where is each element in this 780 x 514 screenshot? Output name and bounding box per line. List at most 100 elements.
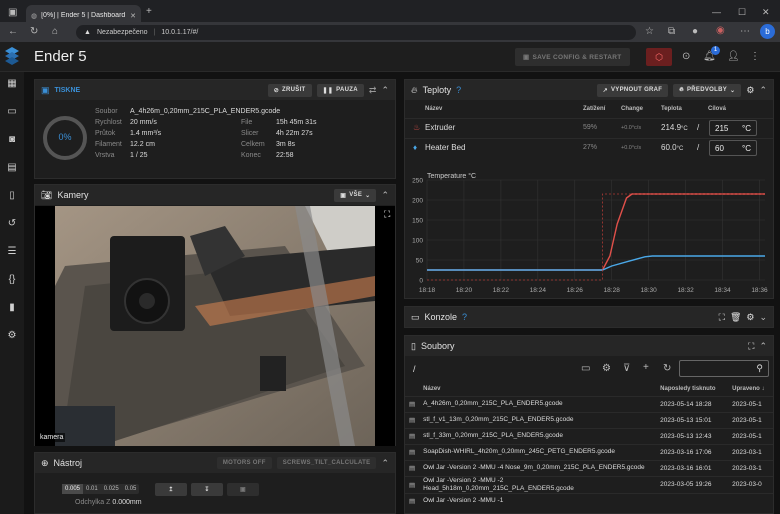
tab-favicon-icon: ◍	[31, 12, 38, 20]
heightmap-icon[interactable]: ▤	[6, 162, 18, 174]
collapse-icon[interactable]: ⌃	[381, 190, 389, 201]
file-row[interactable]: ▤ SoapDish-WHIRL_4h20m_0,20mm_245C_PETG_E…	[405, 443, 773, 460]
favorites-icon[interactable]: ☆	[645, 27, 654, 37]
disable-graph-button[interactable]: ↗ VYPNOUT GRAF	[596, 83, 669, 97]
file-row[interactable]: ▤ Owl Jar -Version 2 -MMU -4 Nose_9m_0,20…	[405, 459, 773, 476]
col-modified[interactable]: Upraveno ↓	[728, 382, 773, 396]
file-name: stl_f_v1_13m_0,20mm_215C_PLA_ENDER5.gcod…	[419, 411, 657, 428]
file-row[interactable]: ▤ stl_f_33m_0,20mm_215C_PLA_ENDER5.gcode 2…	[405, 427, 773, 444]
upload-icon[interactable]: ⊙	[682, 52, 690, 62]
save-config-button[interactable]: ▣ SAVE CONFIG & RESTART	[515, 48, 630, 66]
settings-icon[interactable]: ⚙	[6, 330, 18, 342]
filter-icon[interactable]: ⊽	[623, 364, 630, 374]
file-last-printed	[656, 492, 729, 509]
emergency-stop-button[interactable]: ⬡	[646, 48, 672, 66]
collections-icon[interactable]: ⧉	[668, 27, 675, 37]
minimize-icon[interactable]: —	[712, 7, 721, 17]
collapse-icon[interactable]: ⌃	[759, 341, 767, 352]
address-separator: |	[153, 29, 156, 36]
motors-off-button[interactable]: MOTORS OFF	[216, 457, 272, 469]
presets-button[interactable]: 🔥︎ PŘEDVOLBY ⌄	[673, 83, 742, 97]
home-icon[interactable]: ⌂	[52, 27, 58, 37]
pause-button[interactable]: ❚❚ PAUZA	[316, 83, 364, 97]
heater-target-input[interactable]: 215 °C	[709, 120, 757, 136]
z-step-1[interactable]: 0.01	[83, 484, 101, 494]
save-icon: ▣	[240, 487, 246, 493]
settings-icon[interactable]: ⚙	[602, 364, 611, 374]
settings-icon[interactable]: ⚙	[746, 312, 754, 323]
z-up-button[interactable]: ↥	[155, 483, 187, 496]
reload-icon[interactable]: ↻	[30, 27, 38, 37]
maximize-icon[interactable]: ☐	[738, 7, 746, 17]
screws-tilt-button[interactable]: SCREWS_TILT_CALCULATE	[276, 457, 377, 469]
console-icon[interactable]: ▭	[6, 106, 18, 118]
fullscreen-icon[interactable]: ⛶	[384, 209, 390, 220]
heater-target-input[interactable]: 60 °C	[709, 140, 757, 156]
help-icon[interactable]: ?	[456, 85, 461, 95]
camera-select-button[interactable]: ▣ VŠE ⌄	[334, 188, 377, 202]
col-filename[interactable]: Název	[419, 382, 656, 396]
heater-temp-unit: °C	[676, 146, 684, 152]
menu-icon[interactable]: ⋯	[740, 27, 750, 37]
history-icon[interactable]: ↺	[6, 218, 18, 230]
fullscreen-icon[interactable]: ⛶	[748, 341, 754, 352]
file-row[interactable]: ▤ Owl Jar -Version 2 -MMU -2 Head_5h18m_0…	[405, 475, 773, 493]
file-row[interactable]: ▤ stl_f_v1_13m_0,20mm_215C_PLA_ENDER5.gco…	[405, 411, 773, 428]
back-icon[interactable]: ←	[8, 27, 18, 37]
z-step-2[interactable]: 0.025	[101, 484, 122, 494]
tab-actions-icon[interactable]: ▣	[8, 8, 17, 18]
file-row[interactable]: ▤ A_4h26m_0,20mm_215C_PLA_ENDER5.gcode 202…	[405, 395, 773, 412]
fullscreen-icon[interactable]: ⛶	[719, 312, 725, 323]
pause-label: PAUZA	[336, 87, 358, 93]
z-down-button[interactable]: ↧	[191, 483, 223, 496]
sd-card-icon[interactable]: ▭	[581, 364, 590, 374]
files-icon[interactable]: ▯	[6, 190, 18, 202]
add-icon[interactable]: +	[643, 363, 649, 373]
time-value: 4h 22m 27s	[276, 130, 313, 137]
expand-icon[interactable]: ⌄	[759, 312, 767, 323]
user-icon[interactable]: 👤︎	[727, 52, 740, 62]
address-bar[interactable]: ▲ Nezabezpečeno | 10.0.1.17/#/	[76, 25, 636, 40]
bing-icon[interactable]: b	[760, 24, 775, 39]
profile-icon[interactable]: ●	[692, 27, 698, 37]
x-tick-label: 18:36	[751, 287, 768, 294]
heater-icon: ♦	[413, 143, 418, 152]
z-step-3[interactable]: 0.05	[122, 484, 140, 494]
time-label: Slicer	[241, 130, 259, 137]
code-icon[interactable]: {}	[6, 274, 18, 286]
webcam-icon[interactable]: ◙	[6, 134, 18, 146]
x-tick-label: 18:30	[640, 287, 657, 294]
collapse-icon[interactable]: ⌃	[381, 458, 389, 469]
file-name: stl_f_33m_0,20mm_215C_PLA_ENDER5.gcode	[419, 427, 657, 444]
heater-change: +0.0°c/s	[621, 125, 642, 131]
collapse-icon[interactable]: ⌃	[759, 85, 767, 96]
heater-name[interactable]: Extruder	[425, 123, 455, 132]
new-tab-icon[interactable]: +	[146, 7, 152, 17]
help-icon[interactable]: ?	[462, 312, 467, 322]
refresh-icon[interactable]: ↻	[663, 364, 671, 374]
window-close-icon[interactable]: ✕	[762, 7, 770, 17]
x-tick-label: 18:34	[714, 287, 731, 294]
heater-name[interactable]: Heater Bed	[425, 143, 465, 152]
tab-title: [0%] | Ender 5 | Dashboard	[41, 12, 126, 19]
settings-icon[interactable]: ⚙	[746, 85, 754, 96]
z-step-0[interactable]: 0.005	[62, 484, 84, 494]
avatar[interactable]: ◉	[716, 26, 725, 36]
machine-icon[interactable]: ▮	[6, 302, 18, 314]
z-save-button[interactable]: ▣	[227, 483, 259, 496]
detail-label: Vrstva	[95, 152, 115, 159]
dashboard-icon[interactable]: ▦	[6, 78, 18, 90]
tab-close-icon[interactable]: ✕	[130, 12, 136, 20]
console-icon: ▭	[411, 311, 420, 322]
more-icon[interactable]: ⋮	[750, 52, 760, 62]
tune-icon[interactable]: ☰	[6, 246, 18, 258]
file-search-input[interactable]: ⚲	[679, 360, 769, 377]
collapse-icon[interactable]: ⌃	[381, 85, 389, 96]
file-row[interactable]: ▤ Owl Jar -Version 2 -MMU -1	[405, 492, 773, 509]
col-last-printed[interactable]: Naposledy tisknuto	[656, 382, 728, 396]
fire-icon: 🔥︎	[411, 84, 418, 95]
trash-icon[interactable]: 🗑︎	[730, 312, 741, 323]
mainsail-logo-icon	[5, 47, 19, 65]
swap-icon[interactable]: ⇄	[369, 85, 377, 96]
cancel-button[interactable]: ⊘ ZRUŠIT	[267, 83, 312, 97]
